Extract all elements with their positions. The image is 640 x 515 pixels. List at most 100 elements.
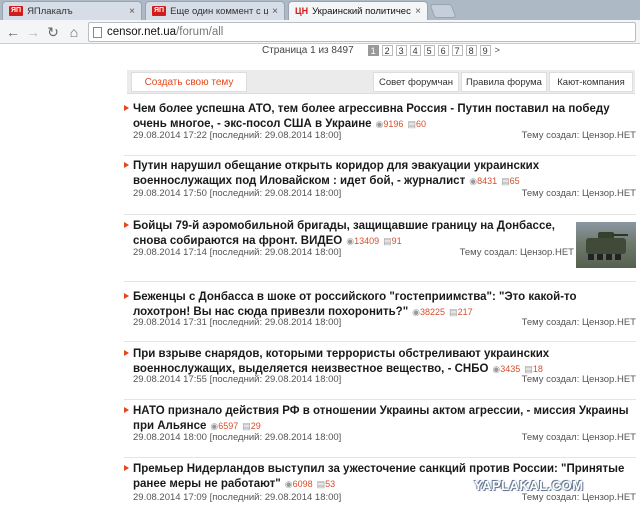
forum-council-button[interactable]: Совет форумчан bbox=[373, 72, 459, 92]
tab-label: Украинский политическ bbox=[312, 5, 412, 17]
comments-icon: ▤ bbox=[449, 307, 458, 317]
topic-stats: ◉6098 ▤53 bbox=[284, 479, 336, 489]
bullet-icon bbox=[124, 162, 129, 168]
bullet-icon bbox=[124, 465, 129, 471]
page-link[interactable]: 2 bbox=[381, 44, 393, 56]
divider bbox=[124, 341, 636, 342]
bullet-icon bbox=[124, 350, 129, 356]
address-path: /forum/all bbox=[176, 26, 224, 38]
tab-close-icon[interactable]: × bbox=[125, 6, 135, 17]
comments-icon: ▤ bbox=[501, 176, 510, 186]
topic-title[interactable]: Бойцы 79-й аэромобильной бригады, защища… bbox=[133, 219, 573, 249]
page-link[interactable]: 3 bbox=[395, 44, 407, 56]
divider bbox=[124, 214, 636, 215]
comments-icon: ▤ bbox=[242, 421, 251, 431]
bullet-icon bbox=[124, 293, 129, 299]
tab-label: ЯПлакалъ bbox=[27, 5, 73, 17]
comments-icon: ▤ bbox=[524, 364, 533, 374]
address-host: censor.net.ua bbox=[107, 26, 177, 38]
create-topic-button[interactable]: Создать свою тему bbox=[131, 72, 247, 92]
page-link[interactable]: 4 bbox=[409, 44, 421, 56]
tab-favicon: ЯП bbox=[152, 6, 167, 16]
topic-stats: ◉38225 ▤217 bbox=[412, 307, 473, 317]
topic-stats: ◉6597 ▤29 bbox=[210, 421, 261, 431]
wardroom-button[interactable]: Кают-компания bbox=[549, 72, 633, 92]
page-link[interactable]: 7 bbox=[451, 44, 463, 56]
topic-title[interactable]: НАТО признало действия РФ в отношении Ук… bbox=[133, 404, 633, 434]
address-bar[interactable]: censor.net.ua/forum/all bbox=[88, 22, 636, 42]
page-link[interactable]: 9 bbox=[479, 44, 491, 56]
page-icon bbox=[93, 26, 102, 38]
topic-meta: 29.08.2014 17:09 [последний: 29.08.2014 … bbox=[133, 492, 342, 503]
pagination: Страница 1 из 8497 1 2 3 4 5 6 7 8 9 > bbox=[262, 44, 500, 56]
reload-icon[interactable]: ↻ bbox=[44, 23, 62, 41]
tab-favicon: ЯП bbox=[9, 6, 24, 16]
topic-item: Бойцы 79-й аэромобильной бригады, защища… bbox=[124, 219, 574, 285]
page-count: Страница 1 из 8497 bbox=[262, 44, 354, 56]
topic-title[interactable]: При взрыве снарядов, которыми террористы… bbox=[133, 347, 633, 377]
topic-stats: ◉3435 ▤18 bbox=[492, 364, 543, 374]
tab-strip: ЯП ЯПлакалъ × ЯП Еще один коммент с цен … bbox=[0, 0, 640, 20]
topic-creator: Тему создал: Цензор.НЕТ bbox=[521, 374, 636, 385]
divider bbox=[124, 457, 636, 458]
comments-icon: ▤ bbox=[407, 119, 416, 129]
forum-rules-button[interactable]: Правила форума bbox=[461, 72, 547, 92]
topic-item: Путин нарушил обещание открыть коридор д… bbox=[124, 159, 636, 215]
forum-action-bar: Создать свою тему Совет форумчан Правила… bbox=[127, 70, 635, 94]
topic-creator: Тему создал: Цензор.НЕТ bbox=[521, 317, 636, 328]
home-icon[interactable]: ⌂ bbox=[65, 23, 83, 41]
page-link-current[interactable]: 1 bbox=[367, 44, 379, 56]
views-icon: ◉ bbox=[284, 479, 293, 489]
topic-meta: 29.08.2014 17:50 [последний: 29.08.2014 … bbox=[133, 188, 342, 199]
topic-title[interactable]: Беженцы с Донбасса в шоке от российского… bbox=[133, 290, 633, 320]
thumbnail-detail bbox=[612, 234, 628, 236]
topic-thumbnail[interactable] bbox=[576, 222, 636, 268]
topic-item: НАТО признало действия РФ в отношении Ук… bbox=[124, 404, 636, 460]
thumbnail-detail bbox=[588, 254, 624, 260]
topic-item: При взрыве снарядов, которыми террористы… bbox=[124, 347, 636, 403]
topic-creator: Тему создал: Цензор.НЕТ bbox=[459, 247, 574, 258]
topic-meta: 29.08.2014 17:31 [последний: 29.08.2014 … bbox=[133, 317, 342, 328]
topic-creator: Тему создал: Цензор.НЕТ bbox=[521, 130, 636, 141]
page-link[interactable]: 8 bbox=[465, 44, 477, 56]
tab-censor-forum[interactable]: ЦН Украинский политическ × bbox=[288, 1, 428, 20]
tab-close-icon[interactable]: × bbox=[411, 6, 421, 17]
comments-icon: ▤ bbox=[316, 479, 326, 489]
tab-close-icon[interactable]: × bbox=[268, 6, 278, 17]
bullet-icon bbox=[124, 105, 129, 111]
new-tab-button[interactable] bbox=[429, 4, 457, 18]
topic-item: Беженцы с Донбасса в шоке от российского… bbox=[124, 290, 636, 346]
tab-yaplakal[interactable]: ЯП ЯПлакалъ × bbox=[2, 1, 142, 20]
back-arrow-icon[interactable]: ← bbox=[4, 23, 22, 41]
watermark: YAPLAKAL.COM bbox=[474, 478, 584, 493]
topic-meta: 29.08.2014 17:22 [последний: 29.08.2014 … bbox=[133, 130, 342, 141]
bullet-icon bbox=[124, 222, 129, 228]
tab-label: Еще один коммент с цен bbox=[170, 5, 268, 17]
topic-meta: 29.08.2014 17:14 [последний: 29.08.2014 … bbox=[133, 247, 342, 258]
views-icon: ◉ bbox=[346, 236, 355, 246]
tab-comment[interactable]: ЯП Еще один коммент с цен × bbox=[145, 1, 285, 20]
topic-stats: ◉8431 ▤65 bbox=[469, 176, 520, 186]
forward-arrow-icon[interactable]: → bbox=[24, 23, 42, 41]
divider bbox=[124, 155, 636, 156]
next-page-link[interactable]: > bbox=[495, 45, 500, 55]
divider bbox=[124, 399, 636, 400]
browser-toolbar: ← → ↻ ⌂ censor.net.ua/forum/all bbox=[0, 20, 640, 44]
page-link[interactable]: 5 bbox=[423, 44, 435, 56]
topic-stats: ◉9196 ▤60 bbox=[375, 119, 426, 129]
views-icon: ◉ bbox=[469, 176, 478, 186]
page-link[interactable]: 6 bbox=[437, 44, 449, 56]
divider bbox=[124, 281, 636, 282]
topic-meta: 29.08.2014 17:55 [последний: 29.08.2014 … bbox=[133, 374, 342, 385]
topic-title[interactable]: Чем более успешна АТО, тем более агресси… bbox=[133, 102, 633, 132]
tab-favicon: ЦН bbox=[295, 6, 309, 16]
thumbnail-detail bbox=[586, 238, 626, 254]
topic-item: Чем более успешна АТО, тем более агресси… bbox=[124, 102, 636, 158]
bullet-icon bbox=[124, 407, 129, 413]
topic-creator: Тему создал: Цензор.НЕТ bbox=[521, 432, 636, 443]
topic-stats: ◉13409 ▤91 bbox=[346, 236, 402, 246]
topic-title[interactable]: Путин нарушил обещание открыть коридор д… bbox=[133, 159, 633, 189]
topic-creator: Тему создал: Цензор.НЕТ bbox=[521, 492, 636, 503]
comments-icon: ▤ bbox=[383, 236, 392, 246]
topic-creator: Тему создал: Цензор.НЕТ bbox=[521, 188, 636, 199]
